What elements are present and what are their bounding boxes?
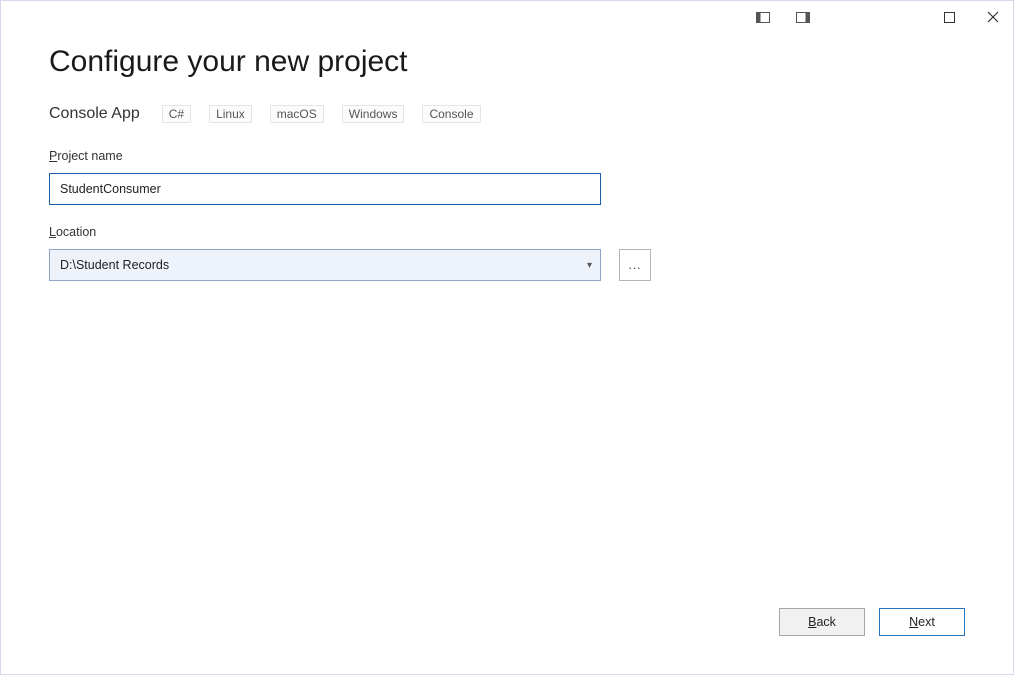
project-name-label: Project name <box>49 149 965 163</box>
content-area: Configure your new project Console App C… <box>49 45 965 281</box>
page-title: Configure your new project <box>49 45 965 79</box>
subtitle-row: Console App C# Linux macOS Windows Conso… <box>49 105 965 123</box>
browse-button[interactable]: ... <box>619 249 651 281</box>
tag: macOS <box>270 105 324 123</box>
location-combo[interactable]: D:\Student Records ▾ <box>49 249 601 281</box>
next-button[interactable]: Next <box>879 608 965 636</box>
maximize-icon[interactable] <box>939 7 959 27</box>
dock-left-icon[interactable] <box>755 9 771 25</box>
template-name: Console App <box>49 105 140 123</box>
chevron-down-icon: ▾ <box>587 260 592 271</box>
footer: Back Next <box>779 608 965 636</box>
tag: Windows <box>342 105 405 123</box>
tag: C# <box>162 105 191 123</box>
location-label: Location <box>49 225 965 239</box>
dock-right-icon[interactable] <box>795 9 811 25</box>
tag: Console <box>422 105 480 123</box>
close-icon[interactable] <box>983 7 1003 27</box>
tag: Linux <box>209 105 252 123</box>
location-value: D:\Student Records <box>60 258 169 272</box>
titlebar <box>755 7 1003 27</box>
back-button[interactable]: Back <box>779 608 865 636</box>
project-name-input[interactable] <box>49 173 601 205</box>
